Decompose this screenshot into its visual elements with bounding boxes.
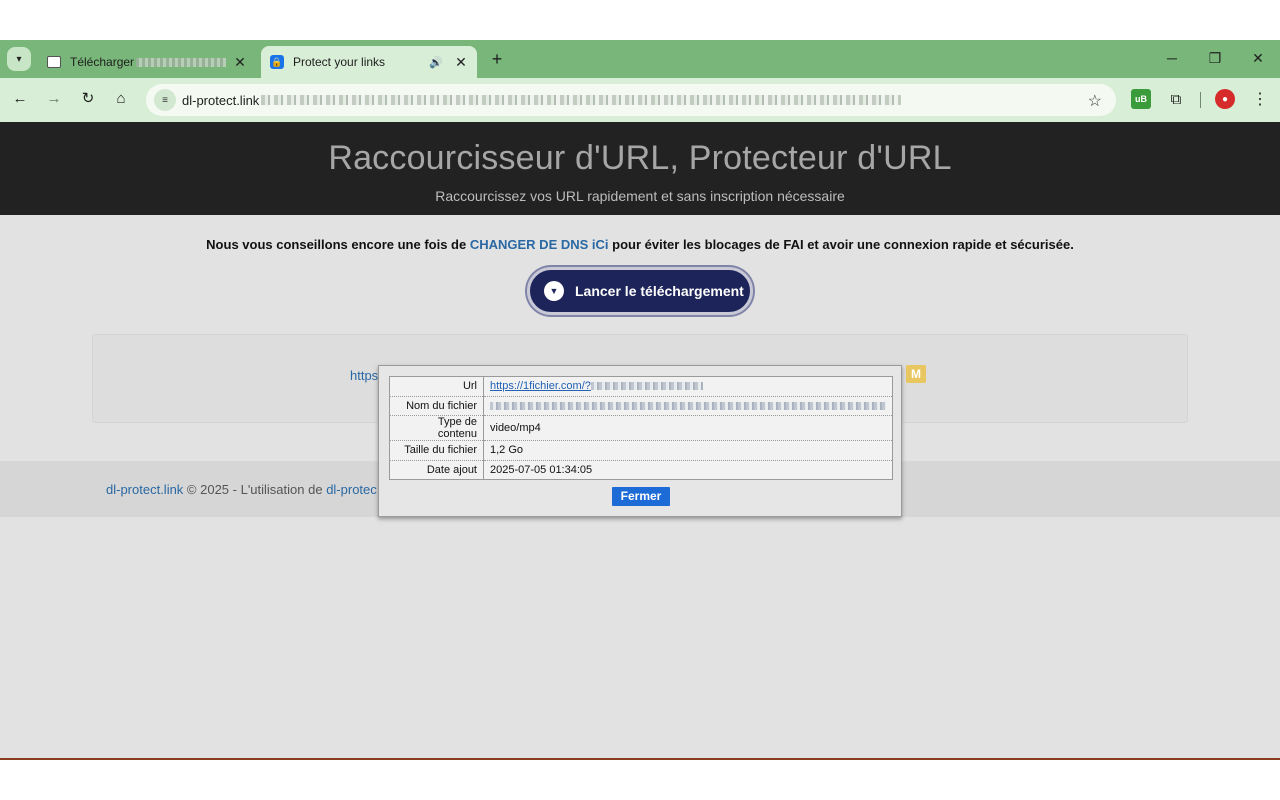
- kebab-menu-icon[interactable]: ⋮: [1250, 89, 1270, 109]
- close-icon[interactable]: ✕: [232, 54, 248, 71]
- profile-avatar-icon[interactable]: ●: [1215, 89, 1235, 109]
- new-tab-button[interactable]: +: [487, 49, 507, 69]
- speaker-icon[interactable]: 🔊: [429, 56, 443, 69]
- page-icon: [46, 54, 62, 70]
- browser-chrome: ▾ Télécharger ✕ 🔒 Protect your links 🔊 ✕…: [0, 40, 1280, 122]
- table-row: Nom du fichier: [389, 396, 893, 417]
- tab-strip: ▾ Télécharger ✕ 🔒 Protect your links 🔊 ✕…: [0, 40, 1280, 78]
- row-label: Url: [389, 376, 484, 397]
- lock-icon: 🔒: [269, 54, 285, 70]
- chevron-down-icon: ▼: [544, 281, 564, 301]
- divider: [1200, 92, 1201, 108]
- dns-advice: Nous vous conseillons encore une fois de…: [206, 237, 1074, 252]
- minimize-icon[interactable]: ─: [1160, 48, 1184, 68]
- row-value: 2025-07-05 01:34:05: [483, 460, 893, 481]
- restore-icon[interactable]: ❐: [1203, 48, 1227, 68]
- table-row: Url https://1fichier.com/?: [389, 376, 893, 397]
- table-row: Type de contenu video/mp4: [389, 415, 893, 442]
- mega-icon: M: [906, 365, 926, 383]
- url-host: dl-protect.link: [182, 92, 260, 108]
- puzzle-icon[interactable]: ⧉: [1166, 89, 1186, 109]
- close-icon[interactable]: ✕: [453, 54, 469, 71]
- footer-site-link[interactable]: dl-protect.link: [106, 482, 183, 497]
- page-title: Raccourcisseur d'URL, Protecteur d'URL: [328, 139, 952, 177]
- home-icon[interactable]: ⌂: [110, 88, 132, 110]
- footer-text: dl-protect.link © 2025 - L'utilisation d…: [106, 482, 377, 497]
- tab-title: Télécharger: [70, 55, 135, 69]
- tab-telecharger[interactable]: Télécharger ✕: [38, 46, 256, 78]
- row-label: Nom du fichier: [389, 396, 484, 417]
- file-url-link[interactable]: https://1fichier.com/?: [490, 380, 591, 392]
- chevron-down-icon[interactable]: ▾: [7, 47, 31, 71]
- forward-arrow-icon[interactable]: →: [43, 88, 65, 110]
- reload-icon[interactable]: ↻: [77, 88, 99, 110]
- page-subtitle: Raccourcissez vos URL rapidement et sans…: [435, 188, 845, 204]
- close-window-icon[interactable]: ✕: [1246, 48, 1270, 68]
- redacted-text: [590, 382, 703, 391]
- redacted-url-path: [261, 95, 902, 105]
- back-arrow-icon[interactable]: ←: [9, 88, 31, 110]
- protected-link[interactable]: https: [350, 368, 378, 383]
- row-value: 1,2 Go: [483, 440, 893, 461]
- tab-title: Protect your links: [293, 55, 386, 69]
- star-icon[interactable]: ☆: [1088, 91, 1102, 111]
- redacted-text: [490, 401, 886, 410]
- file-info-dialog: Url https://1fichier.com/? Nom du fichie…: [378, 365, 902, 517]
- download-button[interactable]: ▼ Lancer le téléchargement: [527, 267, 753, 315]
- file-info-table: Url https://1fichier.com/? Nom du fichie…: [389, 376, 893, 481]
- row-value: video/mp4: [483, 415, 893, 442]
- table-row: Date ajout 2025-07-05 01:34:05: [389, 460, 893, 481]
- redacted-text: [136, 58, 227, 68]
- download-button-label: Lancer le téléchargement: [575, 283, 744, 299]
- toolbar: ← → ↻ ⌂ ≡ dl-protect.link ☆ uB ⧉ ● ⋮: [0, 78, 1280, 122]
- row-label: Date ajout: [389, 460, 484, 481]
- site-header: Raccourcisseur d'URL, Protecteur d'URL R…: [0, 122, 1280, 215]
- table-row: Taille du fichier 1,2 Go: [389, 440, 893, 461]
- close-dialog-button[interactable]: Fermer: [612, 487, 670, 506]
- screen: ▾ Télécharger ✕ 🔒 Protect your links 🔊 ✕…: [0, 0, 1280, 800]
- divider: [0, 758, 1280, 760]
- address-bar[interactable]: ≡ dl-protect.link ☆: [146, 84, 1116, 116]
- row-label: Type de contenu: [389, 415, 484, 442]
- row-label: Taille du fichier: [389, 440, 484, 461]
- site-info-icon[interactable]: ≡: [154, 89, 176, 111]
- extension-shield-icon[interactable]: uB: [1131, 89, 1151, 109]
- tab-protect-your-links[interactable]: 🔒 Protect your links 🔊 ✕: [261, 46, 477, 78]
- footer-link[interactable]: dl-protec: [326, 482, 377, 497]
- change-dns-link[interactable]: CHANGER DE DNS iCi: [470, 237, 609, 252]
